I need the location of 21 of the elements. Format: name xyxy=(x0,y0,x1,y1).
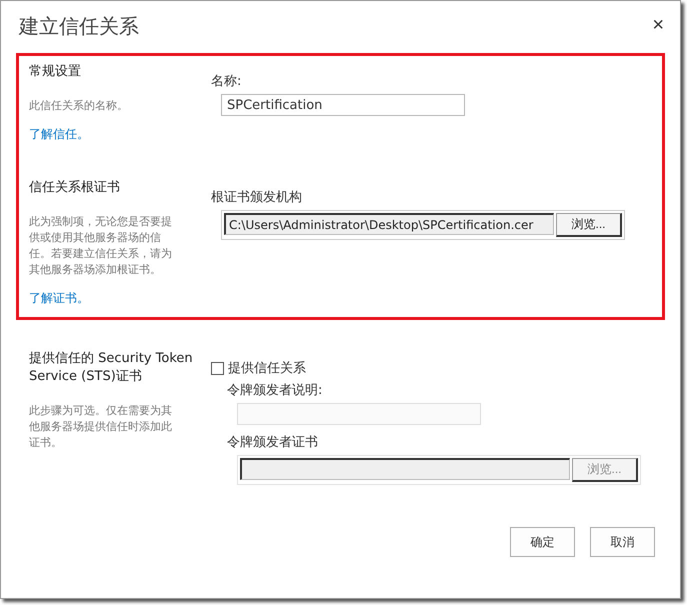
section-description: 此步骤为可选。仅在需要为其他服务器场提供信任时添加此证书。 xyxy=(29,403,173,451)
section-heading: 常规设置 xyxy=(29,63,81,80)
help-link[interactable]: 了解证书。 xyxy=(29,290,89,307)
close-button[interactable]: × xyxy=(648,15,668,35)
field-label: 令牌颁发者说明: xyxy=(227,382,322,399)
checkbox-label[interactable]: 提供信任关系 xyxy=(211,359,306,377)
dialog-button[interactable]: 确定 xyxy=(510,527,575,557)
field-label: 令牌颁发者证书 xyxy=(227,434,318,451)
section-heading: 信任关系根证书 xyxy=(29,179,120,196)
field-label: 名称: xyxy=(211,73,242,90)
field-label: 根证书颁发机构 xyxy=(211,189,302,206)
input-field[interactable]: SPCertification xyxy=(221,94,465,116)
dialog-button[interactable]: 取消 xyxy=(590,527,655,557)
section-description: 此信任关系的名称。 xyxy=(29,98,128,114)
checkbox[interactable] xyxy=(211,362,224,374)
section-description: 此为强制项，无论您是否要提供或使用其他服务器场的信任。若要建立信任关系，请为其他服务器场添加根证书。 xyxy=(29,214,173,278)
file-path-field[interactable]: C:\Users\Administrator\Desktop\SPCertification.cer xyxy=(224,213,554,235)
dialog-title: 建立信任关系 xyxy=(19,13,139,40)
section-heading: 提供信任的 Security Token Service (STS)证书 xyxy=(29,350,194,385)
help-link[interactable]: 了解信任。 xyxy=(29,126,89,143)
browse-button[interactable]: 浏览... xyxy=(556,213,622,237)
